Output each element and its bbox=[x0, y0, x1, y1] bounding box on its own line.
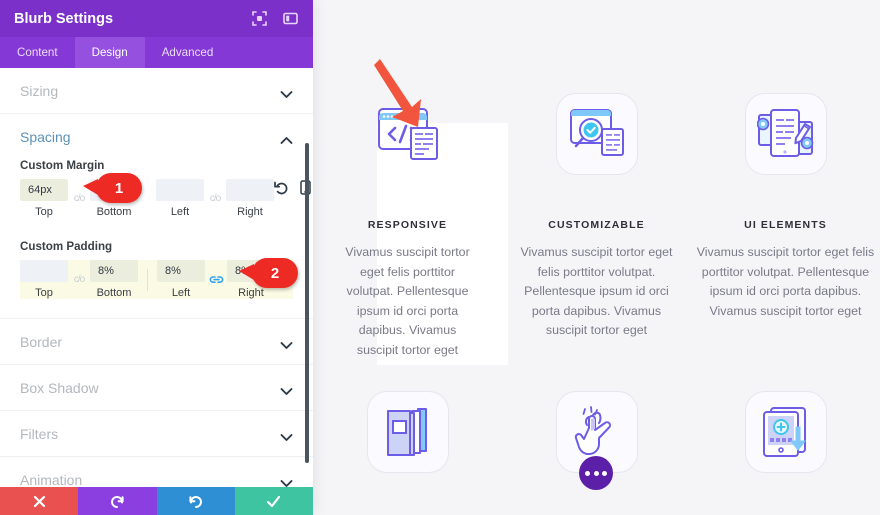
accordion-label: Spacing bbox=[20, 128, 71, 145]
layout-columns-icon[interactable] bbox=[282, 10, 299, 27]
margin-right-label: Right bbox=[237, 206, 263, 218]
undo-icon bbox=[110, 495, 124, 508]
margin-top-label: Top bbox=[35, 206, 53, 218]
callout-badge-1: 1 bbox=[83, 173, 142, 203]
padding-link-top-bottom-icon[interactable]: c/o bbox=[68, 274, 90, 285]
accordion-label: Filters bbox=[20, 425, 59, 442]
fullscreen-icon[interactable] bbox=[251, 10, 268, 27]
undo-button[interactable] bbox=[78, 487, 157, 515]
panel-scrollbar[interactable] bbox=[305, 143, 309, 463]
padding-left-label: Left bbox=[171, 287, 191, 299]
chevron-down-icon bbox=[280, 337, 293, 349]
margin-right-input[interactable] bbox=[226, 179, 274, 201]
undo-reset-icon[interactable] bbox=[274, 180, 289, 200]
accordion-header-filters[interactable]: Filters bbox=[20, 411, 293, 456]
padding-left-cell: 8% Left bbox=[157, 260, 205, 299]
dot bbox=[602, 470, 607, 476]
margin-left-right-group: Left c/o Right bbox=[156, 179, 274, 218]
blurb-module-clean-code[interactable]: CLEAN CODE bbox=[313, 380, 502, 515]
margin-right-cell: Right bbox=[226, 179, 274, 218]
accordion-header-sizing[interactable]: Sizing bbox=[20, 68, 293, 113]
margin-link-left-right-icon[interactable]: c/o bbox=[204, 193, 226, 204]
browser-check-search-icon bbox=[555, 93, 638, 175]
padding-bottom-cell: 8% Bottom bbox=[90, 260, 138, 299]
spacing-body: Custom Margin 64px Top c/o Bottom Left c… bbox=[20, 159, 311, 318]
document-gear-pencil-icon bbox=[744, 93, 827, 175]
accordion-label: Border bbox=[20, 333, 63, 350]
blurb-module-ui-elements[interactable]: UI ELEMENTS Vivamus suscipit tortor eget… bbox=[691, 80, 880, 365]
custom-margin-label: Custom Margin bbox=[20, 159, 105, 172]
panel-title: Blurb Settings bbox=[14, 10, 114, 27]
accordion-label: Sizing bbox=[20, 82, 59, 99]
blurb-module-documented[interactable]: DOCUMENTED bbox=[502, 380, 691, 515]
accordion-border: Border bbox=[0, 319, 313, 365]
accordion-label: Box Shadow bbox=[20, 379, 99, 396]
padding-link-left-right-icon[interactable] bbox=[205, 274, 227, 285]
callout-badge-2: 2 bbox=[239, 258, 298, 288]
books-stack-icon bbox=[366, 391, 449, 473]
dot bbox=[585, 470, 590, 476]
custom-margin-row: 64px Top c/o Bottom Left c/o Right 1 bbox=[20, 173, 311, 218]
redo-button[interactable] bbox=[156, 487, 235, 515]
blurb-body: Vivamus suscipit tortor eget felis portt… bbox=[696, 245, 875, 318]
blurb-row-bottom: CLEAN CODE bbox=[313, 380, 880, 515]
cancel-button[interactable] bbox=[0, 487, 79, 515]
blurb-title: UI ELEMENTS bbox=[744, 219, 827, 231]
accordion-sizing: Sizing bbox=[0, 68, 313, 114]
padding-bottom-input[interactable]: 8% bbox=[90, 260, 138, 282]
chevron-down-icon bbox=[280, 429, 293, 441]
margin-left-input[interactable] bbox=[156, 179, 204, 201]
blurb-body: Vivamus suscipit tortor eget felis portt… bbox=[520, 245, 673, 338]
accordion-label: Animation bbox=[20, 471, 83, 488]
blurb-title: CUSTOMIZABLE bbox=[548, 219, 645, 231]
tab-design[interactable]: Design bbox=[74, 37, 145, 68]
panel-scroll-area[interactable]: Sizing Spacing Custom Margin 64px Top c/… bbox=[0, 68, 313, 492]
app-root: RESPONSIVE Vivamus suscipit tortor eget … bbox=[0, 0, 880, 515]
divider bbox=[147, 268, 148, 291]
panel-footer bbox=[0, 487, 313, 515]
chevron-up-icon bbox=[280, 132, 293, 144]
custom-padding-label: Custom Padding bbox=[20, 240, 113, 253]
padding-right-label: Right bbox=[238, 287, 264, 299]
padding-top-label: Top bbox=[35, 287, 53, 299]
custom-padding-row: Top c/o 8% Bottom 8% Left Right 2 bbox=[20, 258, 298, 299]
margin-left-cell: Left bbox=[156, 179, 204, 218]
tab-content[interactable]: Content bbox=[0, 37, 75, 68]
padding-top-input[interactable] bbox=[20, 260, 68, 282]
close-icon bbox=[33, 495, 45, 507]
blurb-settings-panel[interactable]: Blurb Settings Content Design Advanced S… bbox=[0, 0, 313, 515]
check-icon bbox=[267, 495, 281, 507]
margin-top-input[interactable]: 64px bbox=[20, 179, 68, 201]
accordion-filters: Filters bbox=[0, 411, 313, 457]
accordion-box-shadow: Box Shadow bbox=[0, 365, 313, 411]
padding-top-bottom-group: Top c/o 8% Bottom bbox=[20, 260, 138, 299]
margin-left-label: Left bbox=[170, 206, 190, 218]
blurb-module-customizable[interactable]: CUSTOMIZABLE Vivamus suscipit tortor ege… bbox=[502, 80, 691, 365]
red-arrow-annotation bbox=[372, 55, 434, 138]
redo-icon bbox=[189, 495, 203, 508]
blurb-module-free-updates[interactable]: FREE UPDATES bbox=[691, 380, 880, 515]
chevron-down-icon bbox=[280, 86, 293, 98]
tablet-download-icon bbox=[744, 391, 827, 473]
dot bbox=[593, 470, 599, 476]
panel-header: Blurb Settings bbox=[0, 0, 313, 37]
accordion-header-border[interactable]: Border bbox=[20, 319, 293, 364]
margin-top-cell: 64px Top bbox=[20, 179, 68, 218]
padding-top-cell: Top bbox=[20, 260, 68, 299]
padding-bottom-label: Bottom bbox=[96, 287, 132, 299]
accordion-header-box-shadow[interactable]: Box Shadow bbox=[20, 365, 293, 410]
chevron-down-icon bbox=[280, 383, 293, 395]
blurb-title: RESPONSIVE bbox=[367, 219, 448, 231]
panel-tabs: Content Design Advanced bbox=[0, 37, 313, 68]
blurb-body: Vivamus suscipit tortor eget felis portt… bbox=[345, 245, 470, 357]
chevron-down-icon bbox=[280, 475, 293, 487]
margin-bottom-label: Bottom bbox=[96, 206, 132, 218]
accordion-header-spacing[interactable]: Spacing bbox=[20, 114, 293, 159]
ellipsis-options-badge[interactable] bbox=[579, 456, 613, 490]
accordion-spacing: Spacing Custom Margin 64px Top c/o Botto… bbox=[0, 114, 313, 319]
save-button[interactable] bbox=[234, 487, 313, 515]
padding-left-input[interactable]: 8% bbox=[157, 260, 205, 282]
tab-advanced[interactable]: Advanced bbox=[145, 37, 231, 68]
